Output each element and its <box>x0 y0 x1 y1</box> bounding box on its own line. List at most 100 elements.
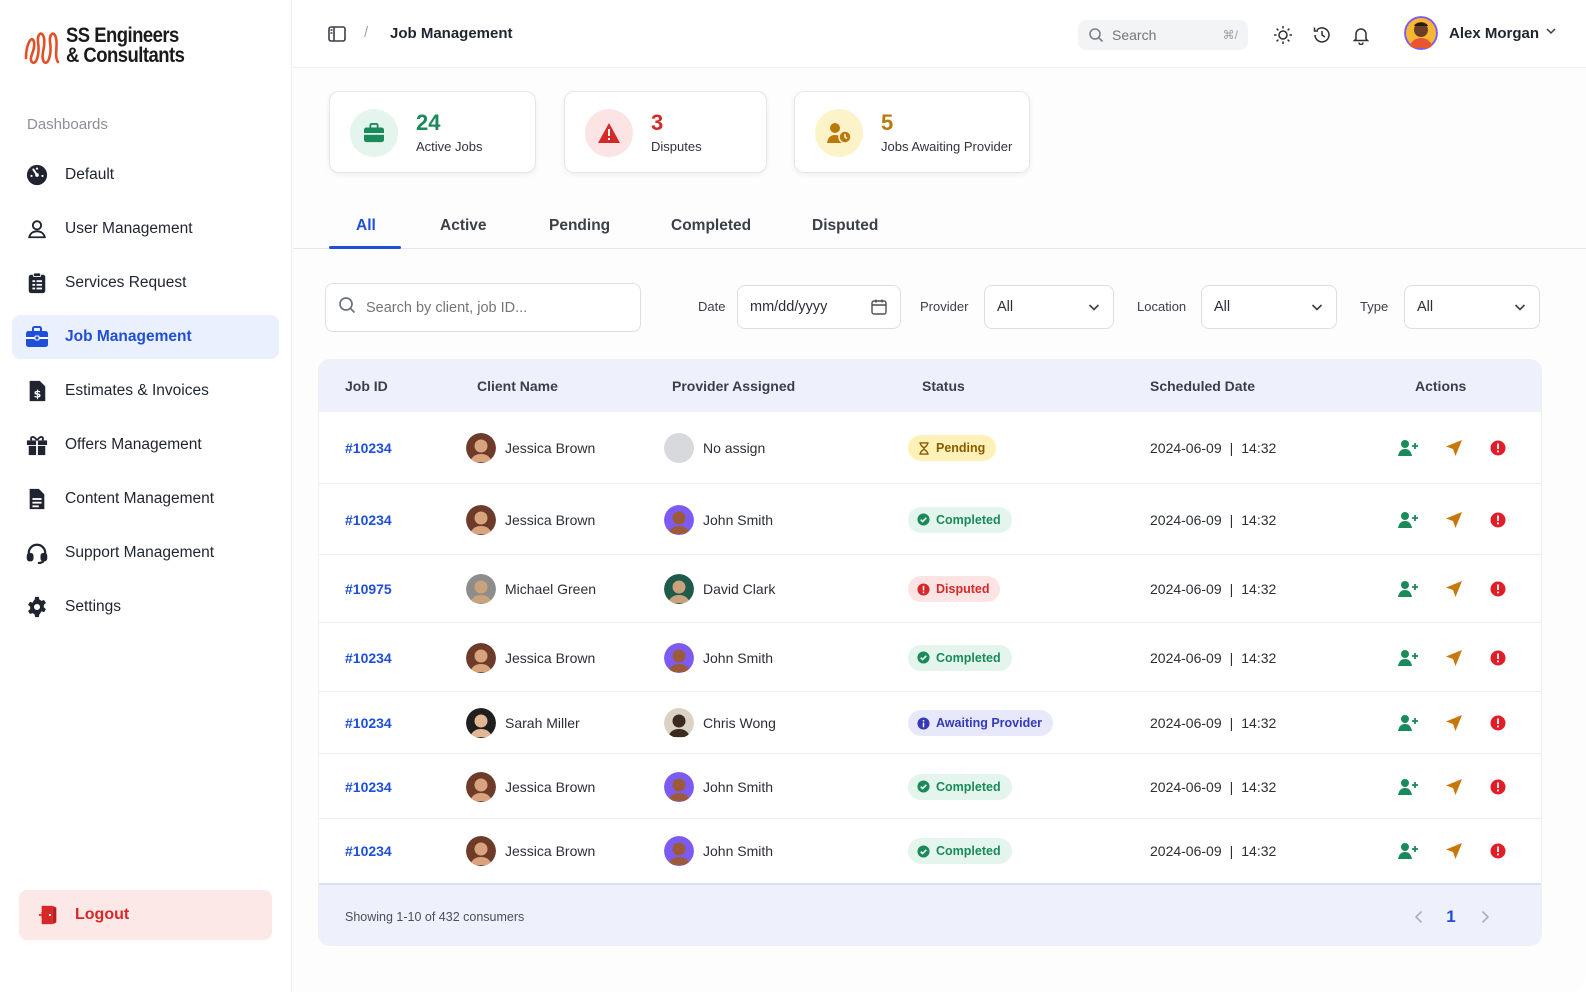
page-number-current[interactable]: 1 <box>1441 905 1461 929</box>
provider-cell: Chris Wong <box>664 708 776 738</box>
chevron-right-icon[interactable] <box>1475 905 1495 929</box>
table-header: Job ID Client Name Provider Assigned Sta… <box>319 360 1541 412</box>
tab-disputed[interactable]: Disputed <box>812 217 878 235</box>
provider-filter-select[interactable]: All <box>984 285 1114 329</box>
tab-pending[interactable]: Pending <box>549 217 610 235</box>
sidebar-item-job-management[interactable]: Job Management <box>12 315 279 359</box>
report-issue-icon[interactable] <box>1487 578 1509 600</box>
job-id-link[interactable]: #10234 <box>345 715 392 731</box>
search-icon <box>1088 27 1104 43</box>
table-row[interactable]: #10234 Jessica Brown John Smith Completed 20… <box>319 819 1541 883</box>
sidebar-item-label: Settings <box>65 598 122 615</box>
navigate-arrow-icon[interactable] <box>1443 776 1465 798</box>
job-id-link[interactable]: #10975 <box>345 581 392 597</box>
location-filter-select[interactable]: All <box>1201 285 1337 329</box>
sidebar-item-user-management[interactable]: User Management <box>12 207 279 251</box>
sidebar-toggle-icon[interactable] <box>327 24 347 44</box>
navigate-arrow-icon[interactable] <box>1443 578 1465 600</box>
navigate-arrow-icon[interactable] <box>1443 712 1465 734</box>
svg-text:$: $ <box>34 387 42 400</box>
table-row[interactable]: #10234 Jessica Brown No assign Pending 2024-… <box>319 412 1541 484</box>
column-header-job-id[interactable]: Job ID <box>345 378 388 394</box>
sidebar-item-settings[interactable]: Settings <box>12 585 279 629</box>
status-badge: Completed <box>908 506 1012 533</box>
avatar <box>664 836 694 866</box>
report-issue-icon[interactable] <box>1487 509 1509 531</box>
job-id-link[interactable]: #10234 <box>345 650 392 666</box>
job-id-link[interactable]: #10234 <box>345 779 392 795</box>
sidebar-item-default[interactable]: Default <box>12 153 279 197</box>
column-header-status[interactable]: Status <box>922 378 965 394</box>
assign-provider-icon[interactable] <box>1397 647 1419 669</box>
stat-card-active-jobs[interactable]: 24 Active Jobs <box>329 91 536 173</box>
check-circle-icon <box>917 780 930 793</box>
chevron-left-icon[interactable] <box>1409 905 1429 929</box>
stat-card-disputes[interactable]: 3 Disputes <box>564 91 767 173</box>
assign-provider-icon[interactable] <box>1397 437 1419 459</box>
column-header-scheduled-date[interactable]: Scheduled Date <box>1150 378 1255 394</box>
user-menu[interactable]: Alex Morgan <box>1404 16 1557 50</box>
navigate-arrow-icon[interactable] <box>1443 840 1465 862</box>
status-badge: Disputed <box>908 576 1001 602</box>
sidebar-item-content-management[interactable]: Content Management <box>12 477 279 521</box>
report-issue-icon[interactable] <box>1487 776 1509 798</box>
navigate-arrow-icon[interactable] <box>1443 509 1465 531</box>
check-circle-icon <box>917 844 930 858</box>
scheduled-date: 2024-06-09 <box>1150 715 1222 731</box>
sidebar-item-services-request[interactable]: Services Request <box>12 261 279 305</box>
sun-icon[interactable] <box>1272 24 1294 46</box>
pagination-info: Showing 1-10 of 432 consumers <box>345 910 525 924</box>
table-row[interactable]: #10975 Michael Green David Clark Disputed 20… <box>319 555 1541 623</box>
tab-active[interactable]: Active <box>440 217 487 235</box>
assign-provider-icon[interactable] <box>1397 712 1419 734</box>
history-icon[interactable] <box>1311 24 1333 46</box>
job-id-link[interactable]: #10234 <box>345 843 392 859</box>
sidebar-item-support-management[interactable]: Support Management <box>12 531 279 575</box>
job-search-field[interactable] <box>325 283 641 332</box>
location-filter-value: All <box>1214 299 1231 315</box>
report-issue-icon[interactable] <box>1487 840 1509 862</box>
provider-name: No assign <box>703 440 766 456</box>
avatar <box>466 574 496 604</box>
provider-name: Chris Wong <box>703 715 776 731</box>
navigate-arrow-icon[interactable] <box>1443 647 1465 669</box>
table-row[interactable]: #10234 Sarah Miller Chris Wong Awaiting Pro… <box>319 692 1541 754</box>
job-id-link[interactable]: #10234 <box>345 440 392 456</box>
tab-completed[interactable]: Completed <box>671 217 751 235</box>
column-header-client-name[interactable]: Client Name <box>477 378 558 394</box>
status-badge: Completed <box>908 644 1012 671</box>
scheduled-time: 14:32 <box>1241 649 1277 666</box>
client-name: Jessica Brown <box>505 778 596 795</box>
column-header-provider[interactable]: Provider Assigned <box>672 378 795 394</box>
navigate-arrow-icon[interactable] <box>1443 437 1465 459</box>
report-issue-icon[interactable] <box>1487 647 1509 669</box>
scheduled-time: 14:32 <box>1241 778 1277 795</box>
table-row[interactable]: #10234 Jessica Brown John Smith Completed 20… <box>319 484 1541 555</box>
calendar-icon[interactable] <box>870 298 888 316</box>
tab-all[interactable]: All <box>356 217 376 235</box>
assign-provider-icon[interactable] <box>1397 840 1419 862</box>
type-filter-select[interactable]: All <box>1404 285 1540 329</box>
sidebar-item-estimates-invoices[interactable]: $ Estimates & Invoices <box>12 369 279 413</box>
briefcase-icon <box>350 109 398 157</box>
user-icon <box>25 217 49 241</box>
search-input[interactable] <box>1112 27 1212 43</box>
report-issue-icon[interactable] <box>1487 712 1509 734</box>
bell-icon[interactable] <box>1350 24 1372 46</box>
table-row[interactable]: #10234 Jessica Brown John Smith Completed 20… <box>319 623 1541 692</box>
job-id-link[interactable]: #10234 <box>345 512 392 528</box>
report-issue-icon[interactable] <box>1487 437 1509 459</box>
logout-button[interactable]: Logout <box>19 890 272 940</box>
assign-provider-icon[interactable] <box>1397 776 1419 798</box>
stat-card-awaiting-provider[interactable]: 5 Jobs Awaiting Provider <box>794 91 1030 173</box>
brand-line-2: & Consultants <box>66 44 185 67</box>
scheduled-date-cell: 2024-06-09 | 14:32 <box>1150 649 1276 667</box>
table-row[interactable]: #10234 Jessica Brown John Smith Completed 20… <box>319 754 1541 819</box>
assign-provider-icon[interactable] <box>1397 509 1419 531</box>
assign-provider-icon[interactable] <box>1397 578 1419 600</box>
job-search-input[interactable] <box>366 299 626 316</box>
date-filter-input[interactable]: mm/dd/yyyy <box>737 285 901 329</box>
sidebar-item-offers-management[interactable]: Offers Management <box>12 423 279 467</box>
brand-logo[interactable]: SS Engineers & Consultants <box>22 24 201 68</box>
global-search[interactable]: ⌘/ <box>1078 20 1248 50</box>
